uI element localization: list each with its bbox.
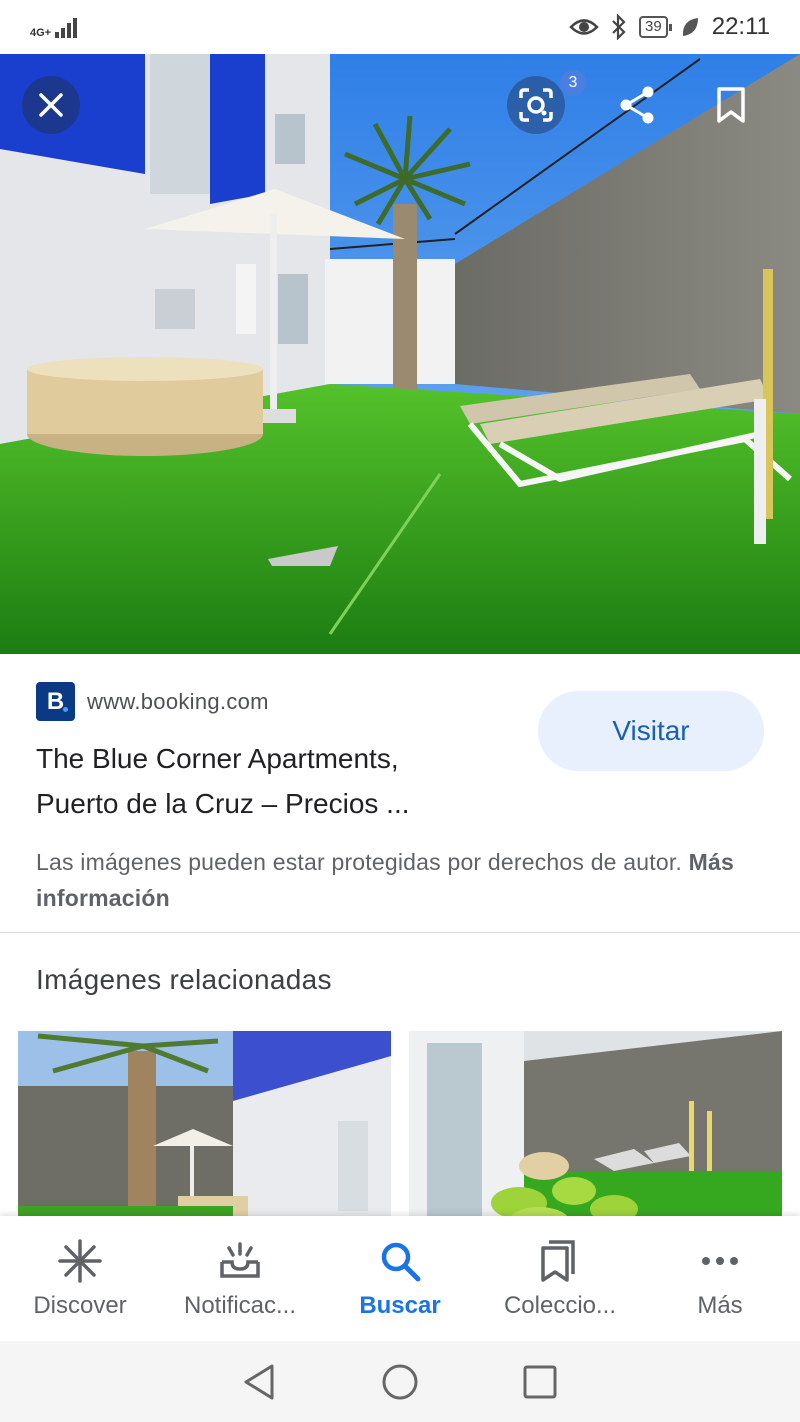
signal-icon [55, 16, 78, 38]
disclaimer-text: Las imágenes pueden estar protegidas por… [36, 849, 683, 875]
related-photo-1 [18, 1031, 391, 1216]
system-navigation-bar [0, 1341, 800, 1422]
source-domain: www.booking.com [87, 688, 269, 714]
more-horiz-icon [702, 1257, 738, 1265]
favicon-letter: B [46, 687, 65, 715]
status-bar: 4G+ 39 22:11 [0, 0, 800, 54]
nav-discover[interactable]: Discover [0, 1216, 160, 1341]
nav-label: Coleccio... [503, 1292, 617, 1319]
hero-image: 3 [0, 54, 800, 654]
asterisk-icon [58, 1239, 102, 1283]
bottom-navigation: Discover Notificac... Buscar Coleccio...… [0, 1216, 800, 1341]
related-images-heading: Imágenes relacionadas [36, 964, 332, 995]
nav-collections[interactable]: Coleccio... [480, 1216, 640, 1341]
eye-icon [569, 19, 599, 35]
result-title-line2: Puerto de la Cruz – Precios ... [36, 788, 410, 819]
nav-notifications[interactable]: Notificac... [160, 1216, 320, 1341]
recents-icon[interactable] [520, 1362, 560, 1402]
share-button[interactable] [608, 76, 666, 134]
nav-label: Notificac... [183, 1292, 297, 1319]
section-divider [0, 932, 800, 933]
bookmark-button[interactable] [702, 76, 760, 134]
nav-search[interactable]: Buscar [320, 1216, 480, 1341]
result-title-line1: The Blue Corner Apartments, [36, 743, 399, 774]
related-image-thumbnail[interactable] [409, 1031, 782, 1216]
close-icon [39, 93, 63, 117]
network-type: 4G+ [30, 27, 52, 39]
lens-icon [519, 88, 553, 122]
share-icon [620, 86, 654, 124]
hero-photo [0, 54, 800, 654]
result-info: B www.booking.com Visitar The Blue Corne… [0, 654, 800, 932]
clock: 22:11 [711, 13, 770, 40]
network-status: 4G+ [30, 16, 78, 39]
collections-icon [541, 1240, 575, 1282]
related-image-thumbnail[interactable] [18, 1031, 391, 1216]
bookmark-icon [717, 87, 745, 123]
visit-button[interactable]: Visitar [538, 691, 764, 771]
lens-button[interactable] [507, 76, 565, 134]
nav-label: Más [697, 1292, 743, 1319]
related-photo-2 [409, 1031, 782, 1216]
inbox-notification-icon [220, 1242, 260, 1278]
leaf-icon [682, 18, 698, 36]
search-icon [381, 1242, 421, 1282]
status-icons: 39 22:11 [569, 13, 770, 41]
nav-label: Discover [33, 1292, 127, 1319]
close-button[interactable] [22, 76, 80, 134]
result-title[interactable]: The Blue Corner Apartments, Puerto de la… [36, 736, 516, 826]
nav-more[interactable]: Más [640, 1216, 800, 1341]
booking-favicon-icon: B [36, 682, 75, 721]
home-icon[interactable] [380, 1362, 420, 1402]
lens-badge: 3 [560, 70, 586, 96]
source-site[interactable]: B www.booking.com [36, 682, 269, 721]
nav-label: Buscar [359, 1292, 441, 1319]
battery-indicator: 39 [639, 16, 672, 38]
copyright-disclaimer: Las imágenes pueden estar protegidas por… [36, 844, 766, 916]
bluetooth-icon [612, 14, 626, 40]
back-icon[interactable] [240, 1362, 280, 1402]
